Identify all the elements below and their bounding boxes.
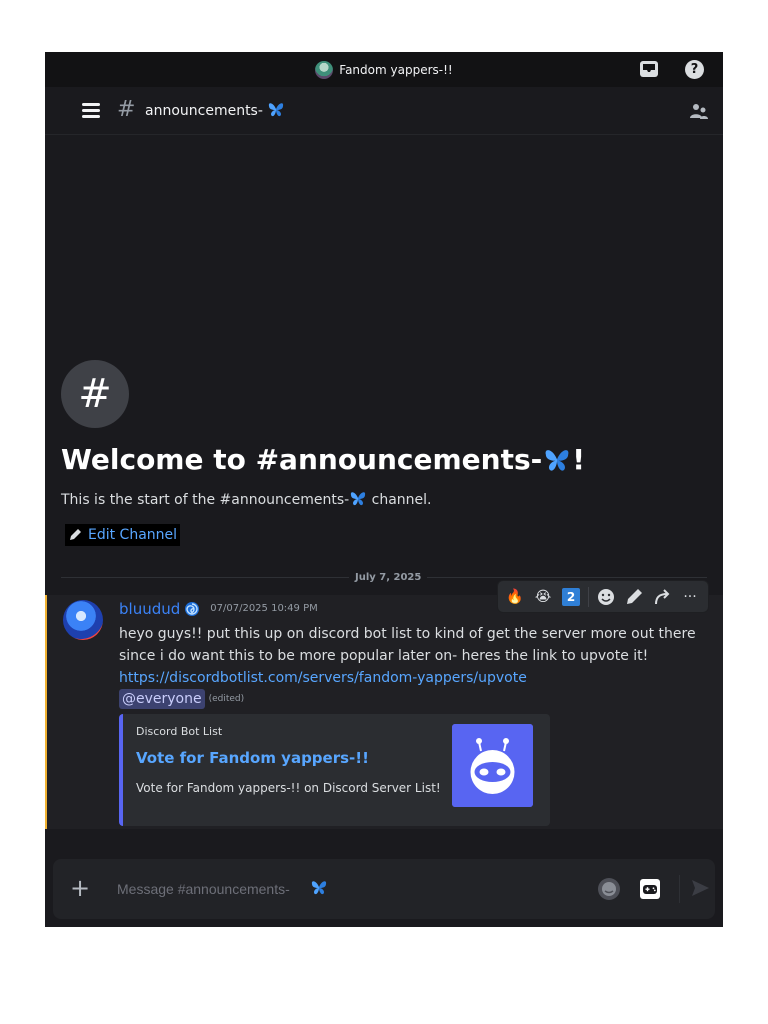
message-input[interactable] [117, 877, 577, 901]
edit-icon[interactable] [623, 586, 645, 608]
message[interactable]: bluudud 07/07/2025 10:49 PM heyo guys!! … [45, 595, 723, 829]
channel-name[interactable]: announcements- [145, 102, 285, 120]
welcome-title: Welcome to #announcements- ! [61, 443, 586, 476]
send-icon[interactable] [689, 877, 711, 899]
add-reaction-icon[interactable] [595, 586, 617, 608]
composer-separator [679, 875, 680, 903]
server-icon [315, 60, 334, 79]
mention-line: @everyone (edited) [119, 689, 244, 709]
message-composer: + [53, 859, 715, 919]
avatar[interactable] [63, 600, 103, 640]
timestamp[interactable]: 07/07/2025 10:49 PM [210, 599, 317, 619]
butterfly-icon [545, 450, 569, 471]
help-icon[interactable]: ? [685, 60, 704, 79]
welcome-subtitle: This is the start of the #announcements-… [61, 492, 432, 508]
server-title[interactable]: Fandom yappers-!! [45, 52, 723, 87]
channel-header: # announcements- [45, 87, 723, 135]
server-name: Fandom yappers-!! [339, 62, 453, 77]
reaction-cry[interactable]: 😭 [532, 586, 554, 608]
mention-everyone[interactable]: @everyone [119, 689, 205, 709]
embed-title[interactable]: Vote for Fandom yappers-!! [136, 749, 369, 767]
attach-plus-button[interactable]: + [70, 874, 90, 902]
swirl-icon [185, 602, 200, 616]
title-bar: Fandom yappers-!! ? [45, 52, 723, 87]
date-divider-label: July 7, 2025 [349, 571, 428, 585]
emoji-icon[interactable] [598, 878, 620, 900]
more-icon[interactable]: ··· [679, 586, 701, 608]
message-toolbar: 🔥 😭 2 ··· [497, 580, 709, 613]
reaction-two[interactable]: 2 [560, 586, 582, 608]
embed-provider[interactable]: Discord Bot List [136, 725, 222, 738]
embed-description: Vote for Fandom yappers-!! on Discord Se… [136, 781, 441, 795]
hamburger-menu-icon[interactable] [82, 103, 100, 118]
toolbar-separator [588, 586, 589, 607]
channel-hash-icon: # [117, 97, 136, 122]
butterfly-icon [351, 492, 366, 506]
edited-label: (edited) [208, 694, 245, 704]
butterfly-icon [269, 103, 284, 117]
forward-icon[interactable] [651, 586, 673, 608]
pencil-icon [70, 529, 81, 540]
butterfly-icon [311, 881, 327, 895]
reaction-fire[interactable]: 🔥 [504, 586, 526, 608]
robot-logo-icon[interactable] [452, 724, 533, 807]
members-icon[interactable] [689, 102, 709, 120]
upvote-link[interactable]: https://discordbotlist.com/servers/fando… [119, 667, 527, 689]
channel-hash-icon-large: # [61, 360, 129, 428]
edit-channel-button[interactable]: Edit Channel [65, 524, 181, 546]
gift-game-icon[interactable] [639, 878, 661, 900]
link-embed: Discord Bot List Vote for Fandom yappers… [119, 714, 550, 826]
message-text: heyo guys!! put this up on discord bot l… [119, 626, 696, 664]
inbox-icon[interactable] [639, 60, 659, 78]
message-header: bluudud 07/07/2025 10:49 PM [119, 599, 318, 619]
username[interactable]: bluudud [119, 599, 180, 619]
discord-window: Fandom yappers-!! ? # announcements- # W… [45, 52, 723, 927]
